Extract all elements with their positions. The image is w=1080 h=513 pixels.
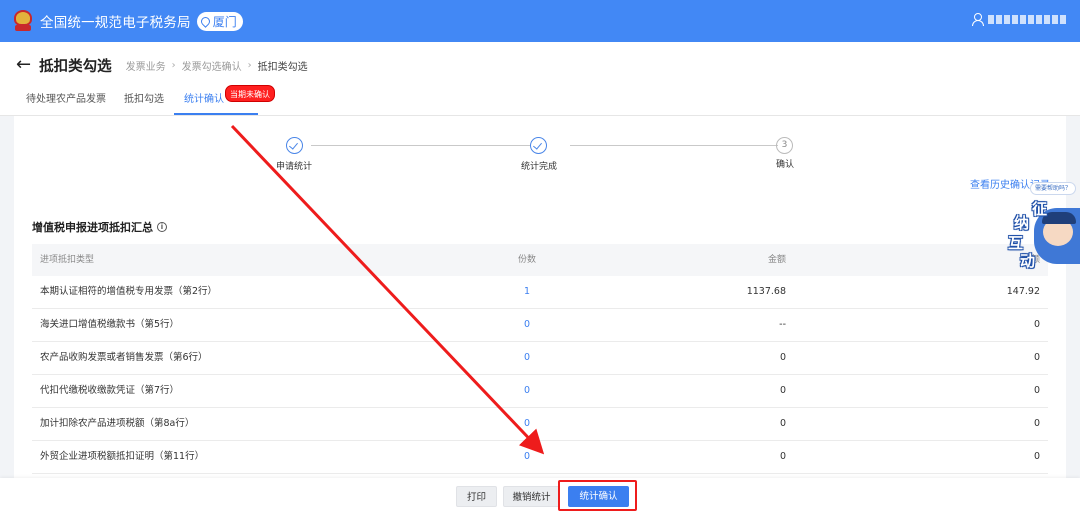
row-amount: -- (779, 319, 786, 330)
row-type: 外贸企业进项税额抵扣证明（第11行） (40, 451, 205, 462)
section-title-text: 增值税申报进项抵扣汇总 (32, 221, 153, 234)
row-count-link[interactable]: 0 (482, 375, 572, 407)
user-name-masked (988, 14, 1066, 24)
row-type: 本期认证相符的增值税专用发票（第2行） (40, 286, 218, 297)
row-type: 海关进口增值税缴款书（第5行） (40, 319, 180, 330)
step-connector (311, 145, 531, 146)
step-done-check-icon (530, 137, 547, 154)
column-header: 进项抵扣类型 (40, 255, 95, 265)
region-label: 厦门 (212, 14, 237, 29)
step-number: 3 (776, 137, 793, 154)
assistant-bubble[interactable]: 需要帮助吗？ (1030, 182, 1077, 195)
row-amount: 0 (779, 352, 786, 363)
table-row: 本期认证相符的增值税专用发票（第2行） 1 1137.68 147.92 (32, 276, 1048, 309)
action-footer: 打印 撤销统计 统计确认 (0, 478, 1080, 513)
row-count-link[interactable]: 0 (482, 342, 572, 374)
top-bar: 全国统一规范电子税务局 厦门 (0, 0, 1080, 42)
assistant-glyph: 动 (1020, 252, 1036, 270)
step-label: 申请统计 (276, 162, 313, 172)
row-count-link[interactable]: 0 (482, 441, 572, 473)
row-count-link[interactable]: 1 (482, 276, 572, 308)
table-header: 进项抵扣类型 份数 金额 税额 (32, 244, 1048, 276)
row-count-link[interactable]: 0 (482, 309, 572, 341)
breadcrumb-item[interactable]: 发票勾选确认 (182, 58, 242, 73)
row-type: 代扣代缴税收缴款凭证（第7行） (40, 385, 180, 396)
cancel-stats-button[interactable]: 撤销统计 (503, 486, 560, 507)
region-selector[interactable]: 厦门 (196, 11, 243, 31)
section-title: 增值税申报进项抵扣汇总 i (32, 219, 167, 235)
page-title: 抵扣类勾选 (39, 58, 112, 75)
breadcrumb-item[interactable]: 发票业务 (126, 58, 166, 73)
step-done-check-icon (286, 137, 303, 154)
step-label: 统计完成 (521, 162, 558, 172)
tab-bar: 待处理农产品发票 抵扣勾选 统计确认 (0, 88, 1080, 116)
row-tax: 0 (1033, 319, 1040, 330)
step-label: 确认 (776, 160, 795, 170)
step-connector (570, 145, 778, 146)
row-tax: 0 (1033, 352, 1040, 363)
breadcrumb: 发票业务 › 发票勾选确认 › 抵扣类勾选 (126, 58, 308, 73)
location-pin-icon (198, 14, 212, 28)
row-tax: 147.92 (1006, 286, 1040, 297)
assistant-widget[interactable]: 需要帮助吗？ 征 纳 互 动 (1004, 178, 1080, 274)
row-amount: 0 (779, 385, 786, 396)
emblem-logo (12, 10, 34, 32)
info-icon[interactable]: i (157, 222, 167, 232)
row-type: 加计扣除农产品进项税额（第8a行） (40, 418, 195, 429)
column-header: 金额 (767, 255, 786, 265)
back-arrow-icon[interactable]: ← (16, 56, 31, 74)
user-icon (972, 13, 984, 26)
table-row: 海关进口增值税缴款书（第5行） 0 -- 0 (32, 309, 1048, 342)
tab-pending-agri-invoices[interactable]: 待处理农产品发票 (26, 88, 106, 115)
row-tax: 0 (1033, 451, 1040, 462)
status-badge: 当期未确认 (225, 85, 275, 102)
row-count-link[interactable]: 0 (482, 408, 572, 440)
content-card: 申请统计 统计完成 3 确认 查看历史确认记录 增值税申报进项抵扣汇总 i 进项… (14, 116, 1066, 478)
row-tax: 0 (1033, 385, 1040, 396)
print-button[interactable]: 打印 (456, 486, 497, 507)
table-row: 农产品收购发票或者销售发票（第6行） 0 0 0 (32, 342, 1048, 375)
row-type: 农产品收购发票或者销售发票（第6行） (40, 352, 208, 363)
assistant-glyph: 纳 (1014, 214, 1030, 232)
breadcrumb-current: 抵扣类勾选 (257, 61, 308, 73)
row-amount: 1137.68 (746, 286, 786, 297)
chevron-right-icon: › (247, 59, 252, 71)
page-header: ← 抵扣类勾选 发票业务 › 发票勾选确认 › 抵扣类勾选 (0, 42, 1080, 88)
app-title: 全国统一规范电子税务局 (40, 15, 191, 31)
column-header: 份数 (517, 255, 536, 265)
tab-deduction-selection[interactable]: 抵扣勾选 (124, 88, 164, 115)
annotation-highlight-box (558, 480, 637, 511)
row-tax: 0 (1033, 418, 1040, 429)
row-amount: 0 (779, 451, 786, 462)
assistant-glyph: 征 (1032, 200, 1048, 218)
table-row: 加计扣除农产品进项税额（第8a行） 0 0 0 (32, 408, 1048, 441)
user-menu[interactable] (972, 13, 1066, 26)
table-row: 代扣代缴税收缴款凭证（第7行） 0 0 0 (32, 375, 1048, 408)
deduction-summary-table: 进项抵扣类型 份数 金额 税额 本期认证相符的增值税专用发票（第2行） 1 11… (32, 244, 1048, 474)
row-amount: 0 (779, 418, 786, 429)
table-row: 外贸企业进项税额抵扣证明（第11行） 0 0 0 (32, 441, 1048, 474)
chevron-right-icon: › (171, 59, 176, 71)
